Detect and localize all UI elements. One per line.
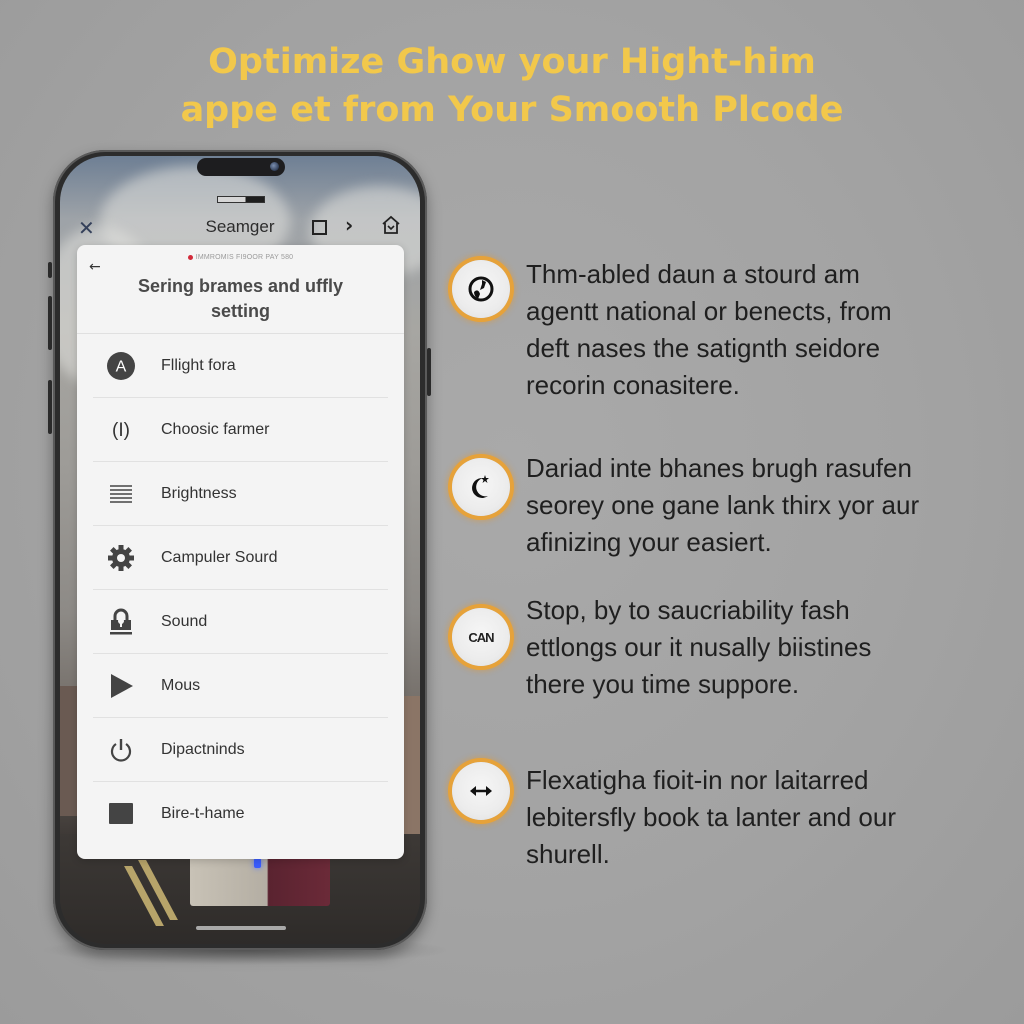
feature-text-line: Stop, by to saucriability fash bbox=[526, 595, 850, 625]
play-icon bbox=[106, 671, 136, 701]
phone-side-button-3 bbox=[48, 380, 52, 434]
phone-side-button-1 bbox=[48, 262, 52, 278]
feature-text: Thm-abled daun a stourd am agentt nation… bbox=[526, 256, 1006, 404]
feature-text-line: afinizing your easiert. bbox=[526, 527, 772, 557]
card-subtitle-text: IMMROMIS FI9OOR PAY 580 bbox=[195, 254, 294, 261]
settings-item-label: Campuler Sourd bbox=[161, 548, 278, 566]
feature-text-line: lebitersfly book ta lanter and our bbox=[526, 802, 896, 832]
settings-item-choosic[interactable]: (I) Choosic farmer bbox=[93, 398, 388, 462]
feature-text-line: agentt national or benects, from bbox=[526, 296, 892, 326]
feature-text-line: there you time suppore. bbox=[526, 669, 800, 699]
settings-item-label: Brightness bbox=[161, 484, 237, 502]
truck-light bbox=[254, 858, 261, 868]
card-title: Sering brames and uffly setting bbox=[107, 274, 374, 324]
square-icon[interactable] bbox=[312, 220, 327, 235]
background-building bbox=[402, 696, 420, 836]
feature-text-line: Thm-abled daun a stourd am bbox=[526, 259, 860, 289]
card-title-line-2: setting bbox=[210, 301, 270, 321]
svg-text:(I): (I) bbox=[112, 420, 130, 441]
chevron-right-icon[interactable]: › bbox=[345, 215, 353, 235]
phone-side-button-2 bbox=[48, 296, 52, 350]
phone-mockup: ✕ Seamger › ← IMMROMIS FI9OOR PAY 580 Se… bbox=[48, 150, 431, 950]
power-icon bbox=[106, 735, 136, 765]
settings-item-label: Bire-t-hame bbox=[161, 804, 245, 822]
card-subtitle: IMMROMIS FI9OOR PAY 580 bbox=[77, 254, 404, 261]
svg-text:A: A bbox=[116, 358, 127, 375]
headline: Optimize Ghow your Hight-him appe et fro… bbox=[0, 38, 1024, 134]
settings-card-header: ← IMMROMIS FI9OOR PAY 580 Sering brames … bbox=[77, 245, 404, 334]
settings-item-brightness[interactable]: Brightness bbox=[93, 462, 388, 526]
app-nav-bar: ✕ Seamger › bbox=[60, 214, 420, 244]
feature-text-line: Flexatigha fioit-in nor laitarred bbox=[526, 765, 869, 795]
headline-line-1: Optimize Ghow your Hight-him bbox=[208, 42, 816, 82]
back-arrow-icon[interactable]: ← bbox=[89, 259, 101, 275]
settings-item-label: Sound bbox=[161, 612, 208, 630]
settings-item-dipactninds[interactable]: Dipactninds bbox=[93, 718, 388, 782]
square-filled-icon bbox=[106, 799, 136, 829]
settings-item-label: Fllight fora bbox=[161, 356, 236, 374]
swap-arrows-icon bbox=[452, 762, 510, 820]
feature-text-line: Dariad inte bhanes brugh rasufen bbox=[526, 453, 912, 483]
home-icon[interactable] bbox=[380, 214, 402, 236]
lines-icon bbox=[106, 479, 136, 509]
moon-star-icon bbox=[452, 458, 510, 516]
status-indicator bbox=[217, 196, 265, 203]
settings-item-sound[interactable]: Sound bbox=[93, 590, 388, 654]
can-logo-text: CAN bbox=[468, 629, 494, 645]
feature-text-line: deft nases the satignth seidore bbox=[526, 333, 881, 363]
can-logo-icon: CAN bbox=[452, 608, 510, 666]
feature-text: Flexatigha fioit-in nor laitarred lebite… bbox=[526, 762, 1006, 873]
home-indicator[interactable] bbox=[196, 926, 286, 930]
red-dot-icon bbox=[187, 254, 193, 260]
card-title-line-1: Sering brames and uffly bbox=[137, 276, 344, 296]
settings-item-bire-t-hame[interactable]: Bire-t-hame bbox=[93, 782, 388, 845]
settings-item-label: Dipactninds bbox=[161, 740, 245, 758]
feature-text-line: recorin conasitere. bbox=[526, 370, 740, 400]
phone-screen: ✕ Seamger › ← IMMROMIS FI9OOR PAY 580 Se… bbox=[60, 156, 420, 944]
camera-icon bbox=[270, 162, 279, 171]
feature-text-line: ettlongs our it nusally biistines bbox=[526, 632, 872, 662]
headline-line-2: appe et from Your Smooth Plcode bbox=[180, 90, 844, 130]
feature-text-line: seorey one gane lank thirx yor aur bbox=[526, 490, 920, 520]
settings-item-flight[interactable]: A Fllight fora bbox=[93, 334, 388, 398]
background-building bbox=[60, 686, 78, 816]
lock-icon bbox=[106, 607, 136, 637]
phone-notch bbox=[197, 158, 285, 176]
gear-icon bbox=[106, 543, 136, 573]
settings-item-mous[interactable]: Mous bbox=[93, 654, 388, 718]
feature-text-line: shurell. bbox=[526, 839, 610, 869]
globe-icon bbox=[452, 260, 510, 318]
app-title: Seamger bbox=[205, 217, 275, 236]
parenthesis-bar-icon: (I) bbox=[106, 415, 136, 445]
settings-item-campuler-sourd[interactable]: Campuler Sourd bbox=[93, 526, 388, 590]
settings-item-label: Mous bbox=[161, 676, 201, 694]
feature-text: Dariad inte bhanes brugh rasufen seorey … bbox=[526, 450, 1006, 561]
feature-text: Stop, by to saucriability fash ettlongs … bbox=[526, 592, 1006, 703]
settings-item-label: Choosic farmer bbox=[161, 420, 270, 438]
settings-list: A Fllight fora (I) Choosic farmer Bright… bbox=[77, 334, 404, 845]
letter-a-circle-icon: A bbox=[106, 351, 136, 381]
settings-card: ← IMMROMIS FI9OOR PAY 580 Sering brames … bbox=[77, 245, 404, 859]
phone-power-button bbox=[427, 348, 431, 396]
